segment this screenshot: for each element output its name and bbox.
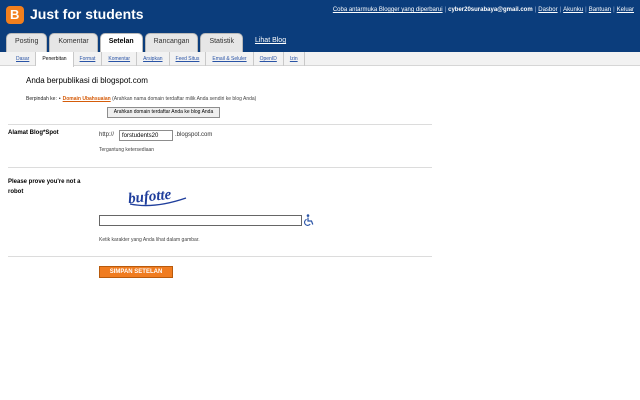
bullet: • [58,96,61,102]
main-tabs: Posting Komentar Setelan Rancangan Statistik… [6,33,296,52]
section-divider [8,256,432,257]
tab-settings[interactable]: Setelan [99,33,143,52]
section-divider [8,124,432,125]
try-new-interface-link[interactable]: Coba antarmuka Blogger yang diperbarui [333,7,443,13]
subtab-openid[interactable]: OpenID [254,52,284,66]
help-link[interactable]: Bantuan [589,7,611,13]
tab-posting[interactable]: Posting [6,33,48,52]
tab-comments[interactable]: Komentar [49,33,98,52]
blogger-header: B Just for students Coba antarmuka Blogg… [0,0,640,52]
subtab-email-mobile[interactable]: Email & Seluler [206,52,254,66]
move-to-row: Berpindah ke: • Domain Ubahsuaian (Arahkan… [26,96,256,102]
custom-domain-hint: (Arahkan nama domain terdaftar milik And… [112,96,257,102]
captcha-input[interactable] [99,215,302,226]
blogspot-address-label: Alamat Blog*Spot [8,130,59,136]
blogger-logo-icon[interactable]: B [6,6,24,24]
save-settings-button[interactable]: SIMPAN SETELAN [99,266,173,278]
captcha-image: bufotte [127,187,187,207]
point-domain-button[interactable]: Arahkan domain terdaftar Anda ke blog An… [107,107,220,118]
subtab-basic[interactable]: Dasar [10,52,37,66]
top-navigation: Coba antarmuka Blogger yang diperbarui | c… [332,7,634,13]
subtab-publishing[interactable]: Penerbitan [36,52,74,67]
section-divider [8,167,432,168]
wheelchair-accessibility-icon[interactable] [304,214,314,226]
account-email: cyber20surabaya@gmail.com [448,7,533,13]
availability-note: Tergantung ketersediaan [99,147,155,153]
settings-subnav: Dasar Penerbitan Format Komentar Arsipkan Fee… [0,52,640,67]
address-prefix: http:// [99,132,115,138]
logout-link[interactable]: Keluar [617,7,634,13]
address-suffix: .blogspot.com [175,132,213,138]
blogspot-address-input[interactable]: forstudents20 [119,130,173,141]
captcha-label: Please prove you're not a robot [8,179,81,195]
tab-design[interactable]: Rancangan [144,33,199,52]
subtab-permissions[interactable]: Izin [284,52,305,66]
subtab-formatting[interactable]: Format [74,52,103,66]
captcha-instruction: Ketik karakter yang Anda lihat dalam gam… [99,237,200,243]
move-to-label: Berpindah ke: [26,96,57,102]
tab-stats[interactable]: Statistik [200,33,243,52]
my-account-link[interactable]: Akunku [563,7,583,13]
subtab-comments[interactable]: Komentar [102,52,138,66]
blog-title: Just for students [30,6,144,22]
view-blog-link[interactable]: Lihat Blog [245,33,294,52]
subtab-archiving[interactable]: Arsipkan [137,52,170,66]
logo-letter: B [10,7,20,22]
page-title: Anda berpublikasi di blogspot.com [26,76,148,85]
custom-domain-link[interactable]: Domain Ubahsuaian [63,96,111,102]
subtab-site-feed[interactable]: Feed Situs [170,52,207,66]
dashboard-link[interactable]: Dasbor [538,7,557,13]
